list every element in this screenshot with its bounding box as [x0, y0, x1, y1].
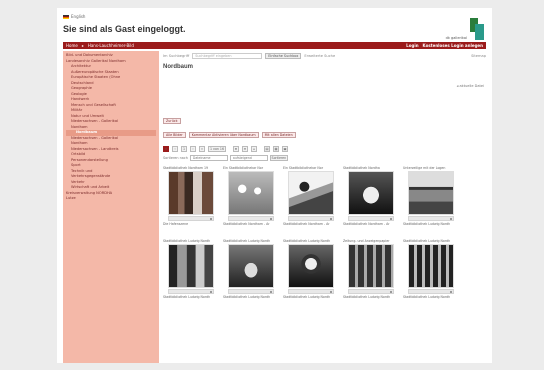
- tab-all-images[interactable]: Alle Bilder: [163, 132, 186, 138]
- logo-mark-icon: [470, 18, 484, 40]
- thumbnail-image[interactable]: [348, 171, 394, 215]
- list-view-button[interactable]: ▤: [264, 146, 270, 152]
- flag-icon: [63, 14, 69, 19]
- toolbar: «‹ 1 ›» 1 von 16 ⊕ ⊖ ⌂ ▤ ▦ ▣: [163, 146, 486, 152]
- thumbnail-card[interactable]: Stadtbibliothek Nordha Stadtbibliothek No…: [343, 166, 399, 227]
- tab-all-files[interactable]: Mit allen Dateien: [261, 132, 296, 138]
- thumbnail-image[interactable]: [348, 244, 394, 288]
- current-file-link[interactable]: ◂ aktuelle Datei: [457, 84, 484, 88]
- thumbnail-card[interactable]: Unterzeilige mit der Logen Stadtbibliothe…: [403, 166, 459, 227]
- topbar-arrow-icon: ▸: [81, 43, 84, 48]
- sidebar-item[interactable]: Lutze: [66, 196, 156, 202]
- sort-field-select[interactable]: Dateiname: [189, 155, 228, 161]
- thumbnail-action-bar[interactable]: [228, 289, 274, 294]
- sort-row: Sortieren nach Dateiname aufsteigend Sor…: [163, 155, 486, 161]
- prev-page-button[interactable]: ‹: [172, 146, 178, 152]
- tab-comments[interactable]: Kommentar Aktivieren über Nordbaum: [188, 132, 259, 138]
- thumbnail-subtitle: Stadtbibliothek Ludwig Nordh: [343, 295, 391, 299]
- search-label: Im Suchbegriff: [163, 54, 190, 58]
- thumbnail-action-bar[interactable]: [168, 216, 214, 221]
- thumbnail-action-bar[interactable]: [288, 216, 334, 221]
- thumbnail-subtitle: Stadtbibliothek Nordham - Ar: [343, 222, 390, 226]
- thumbnail-card[interactable]: Stadtbibliothek Ludwig Nordh Stadtbibliot…: [223, 239, 279, 300]
- zoom-out-button[interactable]: ⊖: [242, 146, 248, 152]
- thumbnail-subtitle: Stadtbibliothek Ludwig Nordh: [403, 295, 451, 299]
- language-switch[interactable]: English: [63, 14, 85, 19]
- thumbnail-image[interactable]: [288, 244, 334, 288]
- home-view-button[interactable]: ⌂: [251, 146, 257, 152]
- language-label[interactable]: English: [71, 14, 85, 19]
- thumbnail-action-bar[interactable]: [408, 216, 454, 221]
- back-row: Zurück: [163, 118, 486, 124]
- advanced-search-link[interactable]: Erweiterte Suche: [304, 54, 335, 58]
- thumbnail-subtitle: Stadtbibliothek Ludwig Nordh: [163, 295, 211, 299]
- zoom-in-button[interactable]: ⊕: [233, 146, 239, 152]
- thumbnail-action-bar[interactable]: [168, 289, 214, 294]
- thumbnail-card[interactable]: Ein Stadtbibliothekar Nor Stadtbibliothek…: [283, 166, 339, 227]
- thumbnail-action-bar[interactable]: [348, 216, 394, 221]
- back-button[interactable]: Zurück: [163, 118, 181, 124]
- page-title: Nordbaum: [163, 64, 193, 70]
- sidebar: Bild- und Dokumentarchiv Landesarchiv Gal…: [63, 51, 159, 363]
- logo-text: dk gallerikal: [445, 35, 467, 40]
- login-link[interactable]: Login: [406, 43, 418, 48]
- thumbnail-image[interactable]: [408, 244, 454, 288]
- last-page-button[interactable]: »: [199, 146, 205, 152]
- thumbnail-image[interactable]: [228, 244, 274, 288]
- sitemap-link[interactable]: Sitemap: [471, 54, 486, 58]
- thumbnail-action-bar[interactable]: [228, 216, 274, 221]
- thumbnail-action-bar[interactable]: [348, 289, 394, 294]
- thumbnail-subtitle: Stadtbibliothek Nordham - Ar: [283, 222, 330, 226]
- next-page-button[interactable]: ›: [190, 146, 196, 152]
- thumbnail-card[interactable]: Ein Stadtbibliothekar Nor Stadtbibliothek…: [223, 166, 279, 227]
- site-title: Sie sind als Gast eingeloggt.: [63, 24, 186, 34]
- thumbnail-image[interactable]: [168, 171, 214, 215]
- thumbnail-subtitle: Stadtbibliothek Ludwig Nordh: [403, 222, 451, 226]
- sort-button[interactable]: Sortieren: [269, 155, 288, 161]
- detail-view-button[interactable]: ▣: [282, 146, 288, 152]
- thumbnail-image[interactable]: [228, 171, 274, 215]
- search-button[interactable]: Einfache Suchbox: [265, 53, 302, 59]
- thumbnail-subtitle: Die Hafenszene: [163, 222, 189, 226]
- logo[interactable]: dk gallerikal: [446, 18, 484, 40]
- topbar-home-link[interactable]: Home: [66, 43, 78, 48]
- thumbnail-subtitle: Stadtbibliothek Ludwig Nordh: [283, 295, 331, 299]
- thumbnail-image[interactable]: [408, 171, 454, 215]
- topbar-breadcrumb-link[interactable]: Hans-Lauchheimer-Bild: [88, 43, 134, 48]
- thumbnail-card[interactable]: Stadtbibliothek Ludwig Nordh Stadtbibliot…: [163, 239, 219, 300]
- thumbnail-subtitle: Stadtbibliothek Nordham - Ar: [223, 222, 270, 226]
- search-row: Im Suchbegriff Suchbegriff eingeben Einf…: [163, 51, 486, 61]
- tab-row: Alle Bilder Kommentar Aktivieren über No…: [163, 132, 486, 138]
- current-file-label: aktuelle Datei: [459, 84, 484, 88]
- sort-order-select[interactable]: aufsteigend: [229, 155, 268, 161]
- first-page-button[interactable]: «: [163, 146, 169, 152]
- main-content: Im Suchbegriff Suchbegriff eingeben Einf…: [163, 51, 486, 363]
- page-count: 1 von 16: [208, 146, 226, 152]
- thumbnail-image[interactable]: [168, 244, 214, 288]
- thumbnail-action-bar[interactable]: [288, 289, 334, 294]
- page: English Sie sind als Gast eingeloggt. dk…: [57, 8, 492, 363]
- thumbnail-card[interactable]: Stadtbibliothek Nordham 19 Die Hafenszene: [163, 166, 219, 227]
- thumbnail-card[interactable]: Stadtbibliothek Ludwig Nordh Stadtbibliot…: [403, 239, 459, 300]
- sort-label: Sortieren nach: [163, 156, 188, 160]
- thumbnail-card[interactable]: Stadtbibliothek Ludwig Nordh Stadtbibliot…: [283, 239, 339, 300]
- thumbnail-image[interactable]: [288, 171, 334, 215]
- search-input[interactable]: Suchbegriff eingeben: [192, 53, 263, 59]
- page-number[interactable]: 1: [181, 146, 187, 152]
- thumbnail-card[interactable]: Zeitung- und Anzeigenpapier Stadtbiblioth…: [343, 239, 399, 300]
- grid-view-button[interactable]: ▦: [273, 146, 279, 152]
- top-navigation-bar: Home ▸ Hans-Lauchheimer-Bild Login Koste…: [63, 42, 486, 49]
- thumbnail-action-bar[interactable]: [408, 289, 454, 294]
- thumbnail-subtitle: Stadtbibliothek Ludwig Nordh: [223, 295, 271, 299]
- thumbnail-grid: Stadtbibliothek Nordham 19 Die Hafenszene…: [163, 166, 486, 300]
- register-link[interactable]: Kostenloses Login anlegen: [423, 43, 483, 48]
